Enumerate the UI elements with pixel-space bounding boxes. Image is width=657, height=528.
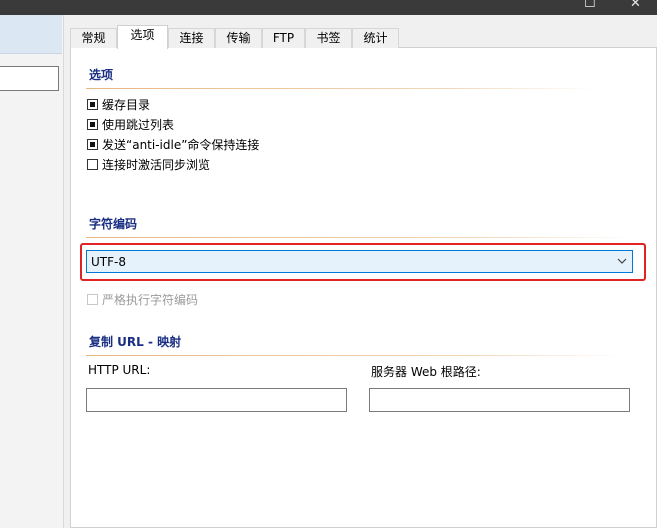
tab-transfer[interactable]: 传输 bbox=[215, 28, 262, 48]
left-panel bbox=[0, 15, 64, 528]
checkbox-label: 发送“anti-idle”命令保持连接 bbox=[102, 137, 260, 152]
url-mapping-section-title: 复制 URL - 映射 bbox=[89, 335, 182, 349]
checkbox-box[interactable] bbox=[87, 118, 98, 130]
encoding-section-divider bbox=[86, 237, 636, 238]
window-title-bar: ☐ ✕ bbox=[0, 0, 657, 15]
checkbox-strict-encoding[interactable]: 严格执行字符编码 bbox=[87, 291, 198, 307]
checkbox-label: 使用跳过列表 bbox=[102, 117, 175, 132]
http-url-input[interactable] bbox=[86, 388, 347, 412]
web-root-label: 服务器 Web 根路径: bbox=[371, 365, 481, 379]
checkbox-anti-idle[interactable]: 发送“anti-idle”命令保持连接 bbox=[87, 136, 259, 152]
encoding-select[interactable]: UTF-8 bbox=[86, 250, 633, 273]
checkbox-box[interactable] bbox=[87, 98, 98, 110]
tab-options[interactable]: 选项 bbox=[117, 25, 168, 49]
checkbox-cache-directory[interactable]: 缓存目录 bbox=[87, 96, 150, 112]
tab-statistics[interactable]: 统计 bbox=[352, 28, 399, 48]
checkbox-use-skip-list[interactable]: 使用跳过列表 bbox=[87, 116, 174, 132]
checkbox-box[interactable] bbox=[87, 138, 98, 150]
left-panel-input[interactable] bbox=[0, 66, 59, 91]
http-url-label: HTTP URL: bbox=[88, 363, 151, 377]
options-section-divider bbox=[86, 88, 596, 89]
checkbox-label: 严格执行字符编码 bbox=[102, 292, 199, 307]
checkbox-label: 缓存目录 bbox=[102, 97, 151, 112]
checkbox-sync-browsing[interactable]: 连接时激活同步浏览 bbox=[87, 156, 210, 172]
tab-connection[interactable]: 连接 bbox=[168, 28, 215, 48]
encoding-section-title: 字符编码 bbox=[89, 217, 138, 231]
web-root-input[interactable] bbox=[369, 388, 630, 412]
tab-ftp[interactable]: FTP bbox=[262, 28, 305, 48]
maximize-icon[interactable]: ☐ bbox=[584, 0, 596, 11]
checkbox-box[interactable] bbox=[87, 158, 98, 170]
tab-general[interactable]: 常规 bbox=[70, 28, 117, 48]
tab-bookmarks[interactable]: 书签 bbox=[305, 28, 352, 48]
options-section-title: 选项 bbox=[89, 68, 114, 82]
encoding-select-value: UTF-8 bbox=[91, 254, 126, 269]
checkbox-label: 连接时激活同步浏览 bbox=[102, 157, 211, 172]
left-panel-header bbox=[0, 15, 62, 54]
close-icon[interactable]: ✕ bbox=[630, 0, 641, 11]
url-mapping-section-divider bbox=[86, 355, 626, 356]
chevron-down-icon[interactable] bbox=[612, 256, 632, 267]
checkbox-box[interactable] bbox=[87, 293, 98, 305]
